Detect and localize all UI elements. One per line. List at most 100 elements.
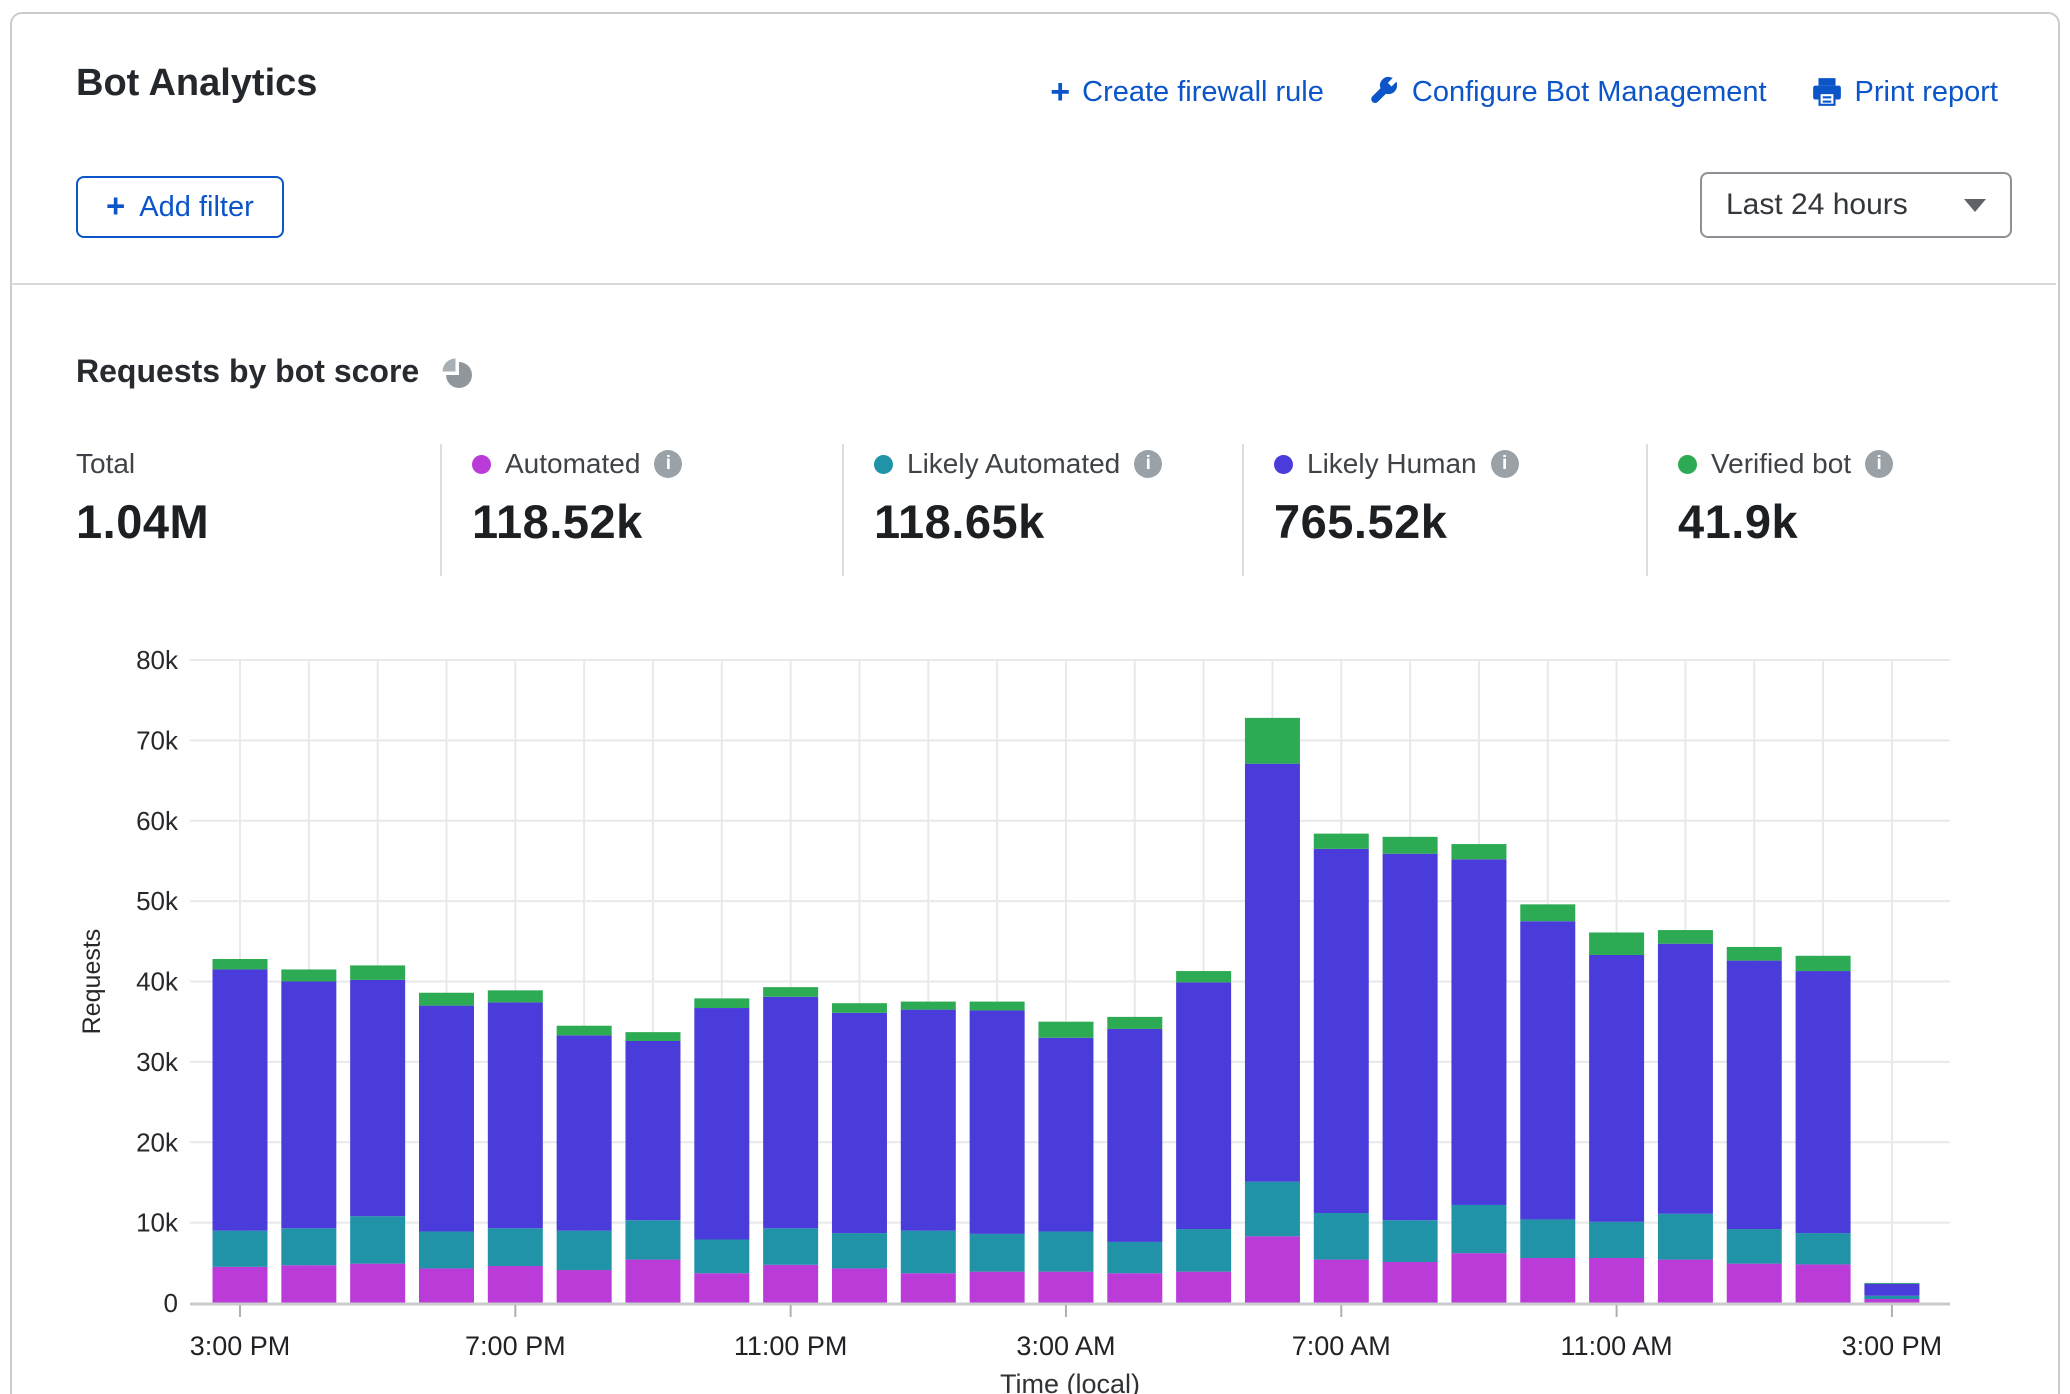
bar-segment[interactable] — [1864, 1284, 1919, 1296]
bar-segment[interactable] — [1245, 1236, 1300, 1303]
bar-segment[interactable] — [1451, 844, 1506, 859]
bar-segment[interactable] — [970, 1272, 1025, 1303]
bar-segment[interactable] — [1727, 1264, 1782, 1303]
bar-segment[interactable] — [763, 987, 818, 997]
bar-segment[interactable] — [1107, 1017, 1162, 1029]
bar-segment[interactable] — [419, 993, 474, 1006]
bar-segment[interactable] — [1864, 1283, 1919, 1284]
bar-segment[interactable] — [970, 1010, 1025, 1233]
bar-segment[interactable] — [1383, 854, 1438, 1221]
bar-segment[interactable] — [1589, 1222, 1644, 1258]
bar-segment[interactable] — [488, 1266, 543, 1303]
bar-segment[interactable] — [1038, 1231, 1093, 1271]
bar-segment[interactable] — [1864, 1299, 1919, 1303]
bar-segment[interactable] — [970, 1002, 1025, 1011]
bar-segment[interactable] — [1451, 859, 1506, 1205]
bar-segment[interactable] — [1727, 1229, 1782, 1264]
bar-segment[interactable] — [1520, 904, 1575, 921]
bar-segment[interactable] — [557, 1026, 612, 1036]
bar-segment[interactable] — [763, 1265, 818, 1303]
bar-segment[interactable] — [832, 1003, 887, 1013]
bar-segment[interactable] — [1451, 1253, 1506, 1303]
bar-segment[interactable] — [557, 1270, 612, 1303]
bar-segment[interactable] — [350, 1216, 405, 1263]
bar-segment[interactable] — [1520, 1258, 1575, 1303]
bar-segment[interactable] — [694, 1008, 749, 1239]
bar-segment[interactable] — [1038, 1022, 1093, 1038]
bar-segment[interactable] — [419, 1231, 474, 1268]
bar-segment[interactable] — [1107, 1242, 1162, 1273]
bar-segment[interactable] — [350, 980, 405, 1216]
bar-segment[interactable] — [281, 1228, 336, 1265]
bar-segment[interactable] — [488, 1002, 543, 1228]
bar-segment[interactable] — [1864, 1296, 1919, 1299]
bar-segment[interactable] — [419, 1006, 474, 1232]
bar-segment[interactable] — [1038, 1272, 1093, 1303]
bar-segment[interactable] — [901, 1010, 956, 1231]
bar-segment[interactable] — [901, 1273, 956, 1303]
bar-segment[interactable] — [1038, 1038, 1093, 1232]
bar-segment[interactable] — [1658, 944, 1713, 1214]
bar-segment[interactable] — [1727, 961, 1782, 1229]
bar-segment[interactable] — [763, 997, 818, 1228]
bar-segment[interactable] — [694, 1273, 749, 1303]
bar-segment[interactable] — [1245, 718, 1300, 764]
bar-segment[interactable] — [1658, 930, 1713, 944]
bar-segment[interactable] — [1176, 982, 1231, 1229]
bar-segment[interactable] — [1245, 1182, 1300, 1237]
bar-segment[interactable] — [625, 1220, 680, 1259]
bar-segment[interactable] — [350, 1264, 405, 1303]
bar-segment[interactable] — [1383, 837, 1438, 854]
bar-segment[interactable] — [1589, 932, 1644, 955]
bar-segment[interactable] — [213, 969, 268, 1230]
bar-segment[interactable] — [763, 1228, 818, 1265]
bar-segment[interactable] — [901, 1002, 956, 1010]
bar-segment[interactable] — [1383, 1262, 1438, 1303]
bar-segment[interactable] — [488, 1228, 543, 1266]
bar-segment[interactable] — [1176, 1229, 1231, 1272]
bar-segment[interactable] — [1796, 956, 1851, 971]
bar-segment[interactable] — [213, 959, 268, 969]
bar-segment[interactable] — [488, 990, 543, 1002]
bar-segment[interactable] — [1314, 1213, 1369, 1260]
bar-segment[interactable] — [1727, 947, 1782, 961]
bar-segment[interactable] — [1796, 971, 1851, 1233]
bar-segment[interactable] — [1520, 921, 1575, 1219]
bar-segment[interactable] — [1658, 1214, 1713, 1260]
bar-segment[interactable] — [625, 1041, 680, 1220]
bar-segment[interactable] — [281, 1265, 336, 1303]
bar-segment[interactable] — [419, 1268, 474, 1303]
bar-segment[interactable] — [1796, 1233, 1851, 1264]
bar-segment[interactable] — [557, 1231, 612, 1270]
bar-segment[interactable] — [1107, 1273, 1162, 1303]
bar-segment[interactable] — [694, 1240, 749, 1274]
bar-segment[interactable] — [832, 1268, 887, 1303]
bar-segment[interactable] — [1176, 971, 1231, 982]
bar-segment[interactable] — [1589, 955, 1644, 1222]
bar-segment[interactable] — [832, 1013, 887, 1233]
bar-segment[interactable] — [1796, 1264, 1851, 1303]
bar-segment[interactable] — [213, 1267, 268, 1303]
bar-segment[interactable] — [281, 969, 336, 981]
bar-segment[interactable] — [1658, 1260, 1713, 1303]
bar-segment[interactable] — [1589, 1258, 1644, 1303]
bar-segment[interactable] — [350, 965, 405, 979]
bar-chart[interactable]: 010k20k30k40k50k60k70k80k3:00 PM7:00 PM1… — [0, 0, 2070, 1394]
bar-segment[interactable] — [1451, 1205, 1506, 1253]
bar-segment[interactable] — [1314, 1260, 1369, 1303]
bar-segment[interactable] — [970, 1234, 1025, 1272]
bar-segment[interactable] — [625, 1032, 680, 1041]
bar-segment[interactable] — [1314, 849, 1369, 1213]
bar-segment[interactable] — [281, 982, 336, 1229]
bar-segment[interactable] — [1383, 1220, 1438, 1262]
bar-segment[interactable] — [1176, 1272, 1231, 1303]
bar-segment[interactable] — [1520, 1219, 1575, 1258]
bar-segment[interactable] — [557, 1035, 612, 1230]
bar-segment[interactable] — [832, 1233, 887, 1268]
bar-segment[interactable] — [901, 1231, 956, 1274]
bar-segment[interactable] — [1245, 764, 1300, 1182]
bar-segment[interactable] — [694, 998, 749, 1008]
bar-segment[interactable] — [1314, 834, 1369, 849]
bar-segment[interactable] — [213, 1231, 268, 1267]
bar-segment[interactable] — [1107, 1029, 1162, 1242]
